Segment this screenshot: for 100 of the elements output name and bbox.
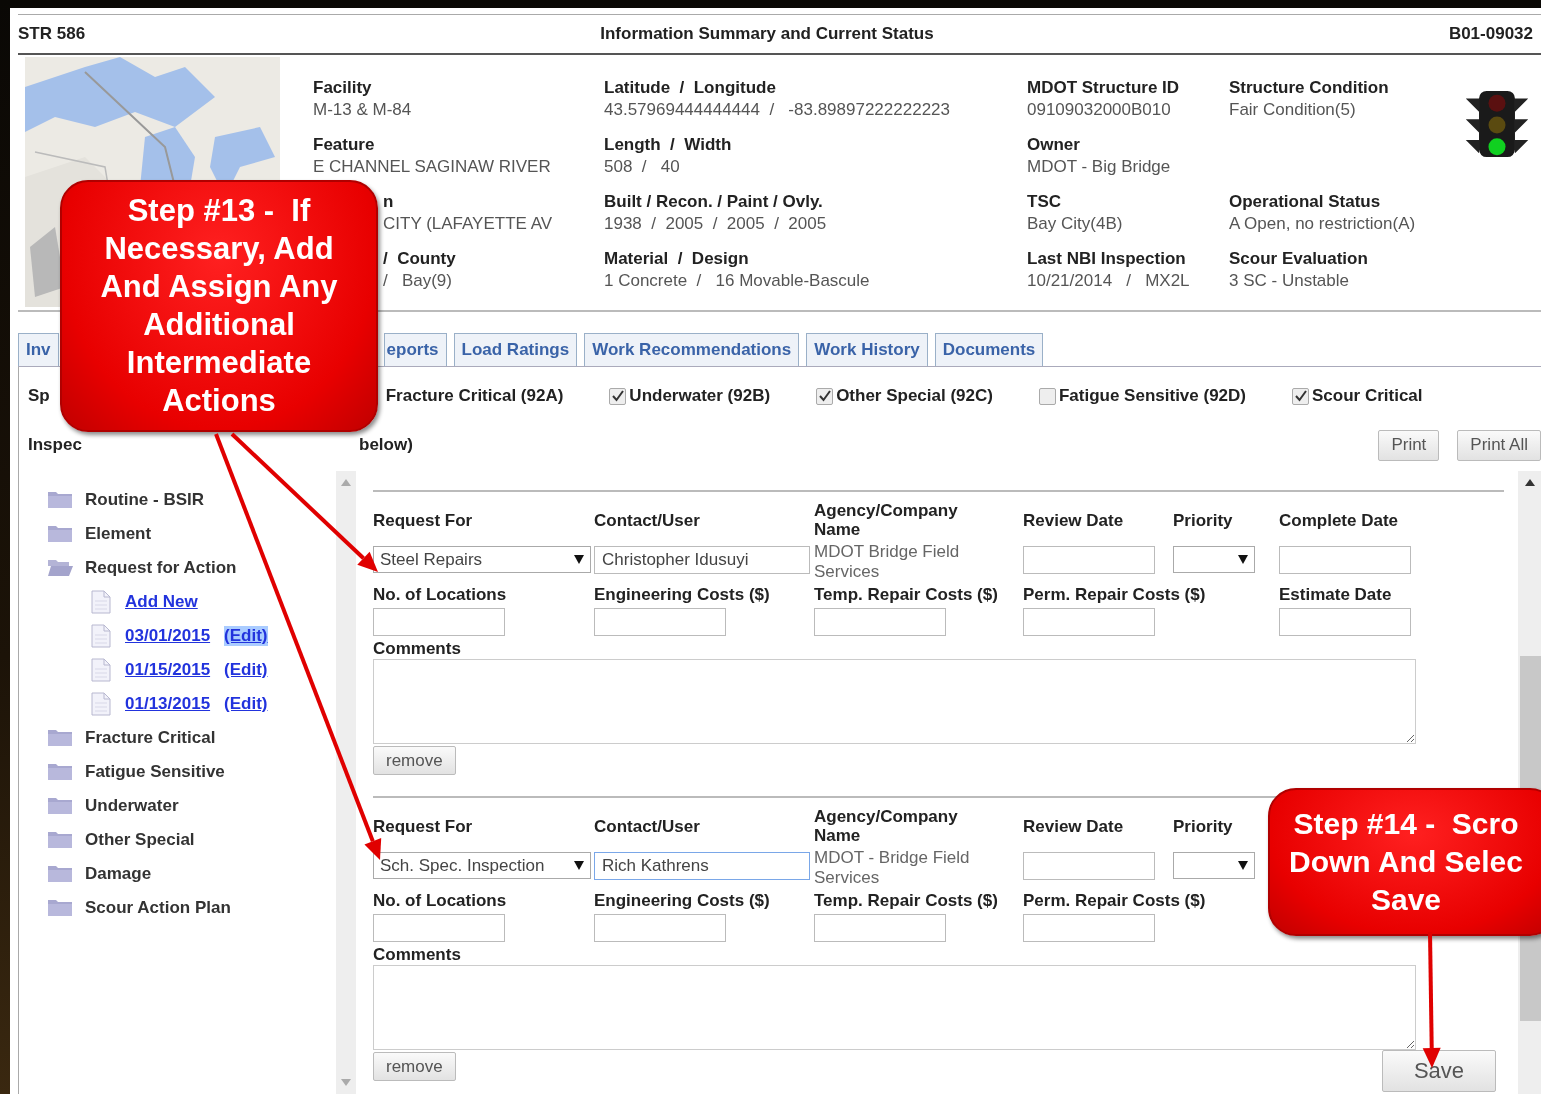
info-value: Bay City(4B) — [1027, 213, 1123, 235]
checkbox[interactable] — [609, 387, 627, 405]
checkbox-label: Fracture Critical (92A) — [385, 386, 564, 406]
tab[interactable]: Load Ratings — [453, 333, 578, 366]
info-value: 43.57969444444444 / -83.89897222222223 — [604, 99, 950, 121]
checkbox[interactable] — [1038, 387, 1056, 405]
tree-item[interactable]: Underwater — [85, 796, 179, 816]
tab[interactable]: Inv — [18, 333, 59, 366]
field-label: Temp. Repair Costs ($) — [814, 584, 998, 604]
select-field[interactable]: Steel Repairs — [373, 546, 591, 573]
caret-icon — [574, 555, 584, 564]
tab[interactable]: Documents — [934, 333, 1044, 366]
field-label: Request For — [373, 815, 473, 838]
tab[interactable]: eports — [383, 333, 447, 366]
section-label: Inspec — [27, 435, 83, 455]
document-icon — [91, 624, 111, 648]
select-field[interactable] — [1173, 852, 1255, 879]
field-label: Contact/User — [594, 509, 700, 532]
comments-field[interactable] — [373, 659, 1416, 744]
tree-item[interactable]: Fracture Critical — [85, 728, 216, 748]
caret-icon — [1238, 555, 1248, 564]
page-title: Information Summary and Current Status — [600, 24, 934, 44]
info-label: Operational Status — [1229, 191, 1381, 213]
checkbox[interactable] — [816, 387, 834, 405]
info-label: Scour Evaluation — [1229, 248, 1368, 270]
field-label: Engineering Costs ($) — [594, 584, 770, 604]
scrollbar[interactable] — [336, 471, 356, 1094]
text-field[interactable] — [594, 608, 726, 636]
callout-tooltip: Step #14 - Scro Down And Selec Save — [1268, 788, 1541, 936]
date-link[interactable]: 03/01/2015 — [125, 626, 211, 646]
field-label: Review Date — [1023, 509, 1124, 532]
info-value: 1 Concrete / 16 Movable-Bascule — [604, 270, 870, 292]
field-label: Priority — [1173, 815, 1233, 838]
document-icon — [91, 692, 111, 716]
remove-button[interactable]: remove — [373, 746, 456, 775]
text-field[interactable] — [373, 608, 505, 636]
info-value: MDOT - Big Bridge — [1027, 156, 1171, 178]
tree-item[interactable]: Fatigue Sensitive — [85, 762, 225, 782]
checkbox-label: Scour Critical — [1312, 386, 1423, 406]
text-field[interactable] — [1023, 546, 1155, 574]
info-value: A Open, no restriction(A) — [1229, 213, 1416, 235]
edit-link[interactable]: (Edit) — [224, 660, 268, 680]
info-value: CITY (LAFAYETTE AV — [383, 213, 553, 235]
print-button[interactable]: Print All — [1457, 429, 1541, 461]
comments-field[interactable] — [373, 965, 1416, 1050]
info-value: M-13 & M-84 — [313, 99, 412, 121]
tab[interactable]: Work Recommendations — [584, 333, 800, 366]
text-field[interactable] — [594, 914, 726, 942]
text-field[interactable] — [1279, 546, 1411, 574]
info-label: Feature — [313, 134, 375, 156]
tree-item[interactable]: Other Special — [85, 830, 195, 850]
section-label: below) — [359, 435, 413, 455]
info-label: n — [383, 191, 394, 213]
field-label: Priority — [1173, 509, 1233, 532]
field-value: MDOT Bridge Field Services — [814, 542, 961, 582]
edit-link[interactable]: (Edit) — [224, 626, 268, 646]
info-value: 508 / 40 — [604, 156, 680, 178]
tree-item[interactable]: Routine - BSIR — [85, 490, 204, 510]
field-label: Perm. Repair Costs ($) — [1023, 584, 1206, 604]
info-value: 3 SC - Unstable — [1229, 270, 1349, 292]
info-label: Owner — [1027, 134, 1080, 156]
text-field[interactable] — [1023, 608, 1155, 636]
info-label: Material / Design — [604, 248, 749, 270]
edit-link[interactable]: (Edit) — [224, 694, 268, 714]
text-field[interactable] — [1023, 852, 1155, 880]
scroll-down-icon[interactable] — [341, 1079, 351, 1086]
info-label: Last NBI Inspection — [1027, 248, 1186, 270]
print-button[interactable]: Print — [1378, 429, 1440, 461]
tree-item[interactable]: Damage — [85, 864, 152, 884]
text-field[interactable] — [1023, 914, 1155, 942]
select-field[interactable]: Sch. Spec. Inspection — [373, 852, 591, 879]
tree-item[interactable]: Element — [85, 524, 152, 544]
scroll-up-icon[interactable] — [1525, 479, 1535, 486]
date-link[interactable]: 01/13/2015 — [125, 694, 211, 714]
date-link[interactable]: 01/15/2015 — [125, 660, 211, 680]
tab[interactable]: Work History — [806, 333, 928, 366]
text-field[interactable] — [373, 914, 505, 942]
document-icon — [91, 590, 111, 614]
field-label: No. of Locations — [373, 890, 507, 910]
select-field[interactable] — [1173, 546, 1255, 573]
add-new-link[interactable]: Add New — [125, 592, 198, 612]
text-field[interactable] — [814, 914, 946, 942]
caret-icon — [1238, 861, 1248, 870]
text-field[interactable]: Christopher Idusuyi — [594, 546, 810, 574]
info-label: Facility — [313, 77, 372, 99]
save-button[interactable]: Save — [1382, 1050, 1496, 1092]
field-label: Complete Date — [1279, 509, 1399, 532]
checkbox-label: Underwater (92B) — [629, 386, 771, 406]
text-field[interactable] — [814, 608, 946, 636]
text-field[interactable] — [1279, 608, 1411, 636]
info-value: Fair Condition(5) — [1229, 99, 1356, 121]
checkbox[interactable] — [1292, 387, 1309, 405]
remove-button[interactable]: remove — [373, 1052, 456, 1081]
tree-item[interactable]: Scour Action Plan — [85, 898, 231, 918]
checkbox-label: Other Special (92C) — [836, 386, 993, 406]
structure-id: STR 586 — [18, 24, 86, 44]
text-field[interactable]: Rich Kathrens — [594, 852, 810, 880]
info-label: TSC — [1027, 191, 1061, 213]
info-value: E CHANNEL SAGINAW RIVER — [313, 156, 551, 178]
tree-item[interactable]: Request for Action — [85, 558, 237, 578]
